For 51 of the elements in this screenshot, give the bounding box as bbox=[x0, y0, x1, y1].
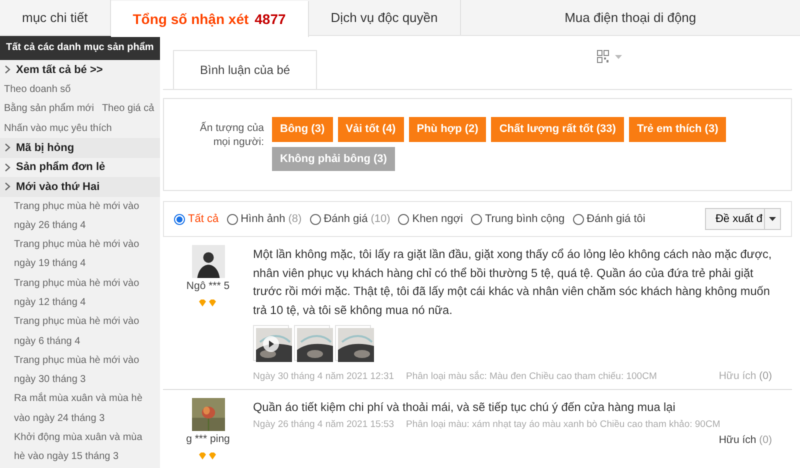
rank-icon bbox=[198, 298, 218, 307]
impression-tag[interactable]: Trẻ em thích (3) bbox=[628, 117, 726, 142]
helpful-count: (0) bbox=[759, 370, 772, 382]
sort-dropdown[interactable]: Đề xuất đ bbox=[705, 208, 781, 230]
caret-icon[interactable] bbox=[615, 54, 622, 58]
impressions-label: Ấn tượng của mọi người: bbox=[198, 120, 264, 150]
review-text: Một lần không mặc, tôi lấy ra giặt lần đầu, giặt xong thấy cổ áo lỏng lẻo không cách nào mặc được, nhân viên phục vụ khách hàng chỉ có thể bồi thường 5 tệ, quá tệ. Quần áo của đứa trẻ phải giặt trước rồi mới mặc. Thật tệ, tôi đã lấy một cái khác và nhân viên chăm sóc khách hàng không muốn trả 10 tệ, và tôi sẽ không mua nó nữa. bbox=[253, 246, 773, 318]
user-name: g *** ping bbox=[186, 432, 230, 446]
category-link[interactable]: Sản phẩm đơn lẻ bbox=[16, 159, 106, 176]
impression-tag[interactable]: Phù hợp (2) bbox=[408, 117, 486, 142]
impression-tag[interactable]: Chất lượng rất tốt (33) bbox=[491, 117, 624, 142]
qr-code-icon[interactable] bbox=[597, 50, 609, 63]
variant-info: Phân loại màu sắc: Màu đen Chiều cao tham chiếu: 100CM bbox=[406, 370, 657, 384]
sidebar-link[interactable]: Theo doanh số bbox=[4, 82, 71, 97]
caret-icon bbox=[769, 217, 776, 221]
user-name: Ngô *** 5 bbox=[186, 280, 230, 293]
sidebar-title: Tất cả các danh mục sản phẩm bbox=[0, 36, 160, 60]
chevron-icon bbox=[4, 65, 11, 74]
filter-radio[interactable]: Đánh giá (10) bbox=[310, 210, 390, 228]
helpful-count: (0) bbox=[759, 434, 772, 446]
review-text: Quần áo tiết kiệm chi phí và thoải mái, và sẽ tiếp tục chú ý đến cửa hàng mua lại bbox=[253, 398, 676, 416]
play-icon[interactable] bbox=[263, 336, 279, 352]
sidebar-link[interactable]: Nhấn vào mục yêu thích bbox=[4, 120, 112, 136]
subcategory-link[interactable]: Ra mắt mùa xuân và mùa hè vào ngày 24 tháng 3 bbox=[0, 389, 160, 428]
filter-radio[interactable]: Hình ảnh (8) bbox=[226, 210, 302, 228]
filter-radio[interactable]: Đánh giá tôi bbox=[572, 210, 646, 228]
filter-radio[interactable]: Trung bình cộng bbox=[470, 210, 565, 228]
review-date: Ngày 26 tháng 4 năm 2021 15:53 bbox=[253, 418, 394, 432]
subcategory-link[interactable]: Trang phục mùa hè mới vào ngày 26 tháng 4 bbox=[0, 196, 160, 236]
subcategory-link[interactable]: Trang phục mùa hè mới vào ngày 19 tháng 4 bbox=[0, 235, 160, 274]
review-date: Ngày 30 tháng 4 năm 2021 12:31 bbox=[253, 370, 394, 384]
tab[interactable]: Tổng số nhận xét 4877 bbox=[110, 1, 309, 37]
chevron-icon bbox=[4, 162, 11, 172]
sidebar-link[interactable]: Bằng sản phẩm mới bbox=[4, 101, 94, 116]
chevron-icon bbox=[4, 143, 11, 152]
filter-radio[interactable]: Tất cả bbox=[174, 210, 219, 228]
subcategory-link[interactable]: Khởi động mùa xuân và mùa hè vào ngày 15 tháng 3 bbox=[0, 428, 160, 467]
subcategory-link[interactable]: Trang phục mùa hè mới vào ngày 6 tháng 4 bbox=[0, 312, 160, 351]
rank-icon bbox=[198, 452, 218, 460]
impression-tag[interactable]: Vải tốt (4) bbox=[338, 117, 404, 142]
category-link[interactable]: Xem tất cả bé >> bbox=[16, 62, 103, 78]
subcategory-link[interactable]: Trang phục mùa hè mới vào ngày 12 tháng 4 bbox=[0, 274, 160, 312]
helpful-link[interactable]: Hữu ích bbox=[718, 434, 756, 446]
subcategory-link[interactable]: Trang phục mùa hè mới vào ngày 30 tháng 3 bbox=[0, 350, 160, 390]
impression-tag[interactable]: Bông (3) bbox=[272, 117, 333, 142]
avatar bbox=[192, 245, 224, 278]
filter-radio[interactable]: Khen ngợi bbox=[398, 210, 463, 228]
variant-info: Phân loại màu: xám nhạt tay áo màu xanh bò Chiều cao tham khảo: 90CM bbox=[406, 418, 720, 432]
review-tab[interactable]: Bình luận của bé bbox=[173, 50, 318, 89]
chevron-icon bbox=[4, 182, 11, 192]
sidebar-link[interactable]: Theo giá cả bbox=[102, 101, 154, 116]
